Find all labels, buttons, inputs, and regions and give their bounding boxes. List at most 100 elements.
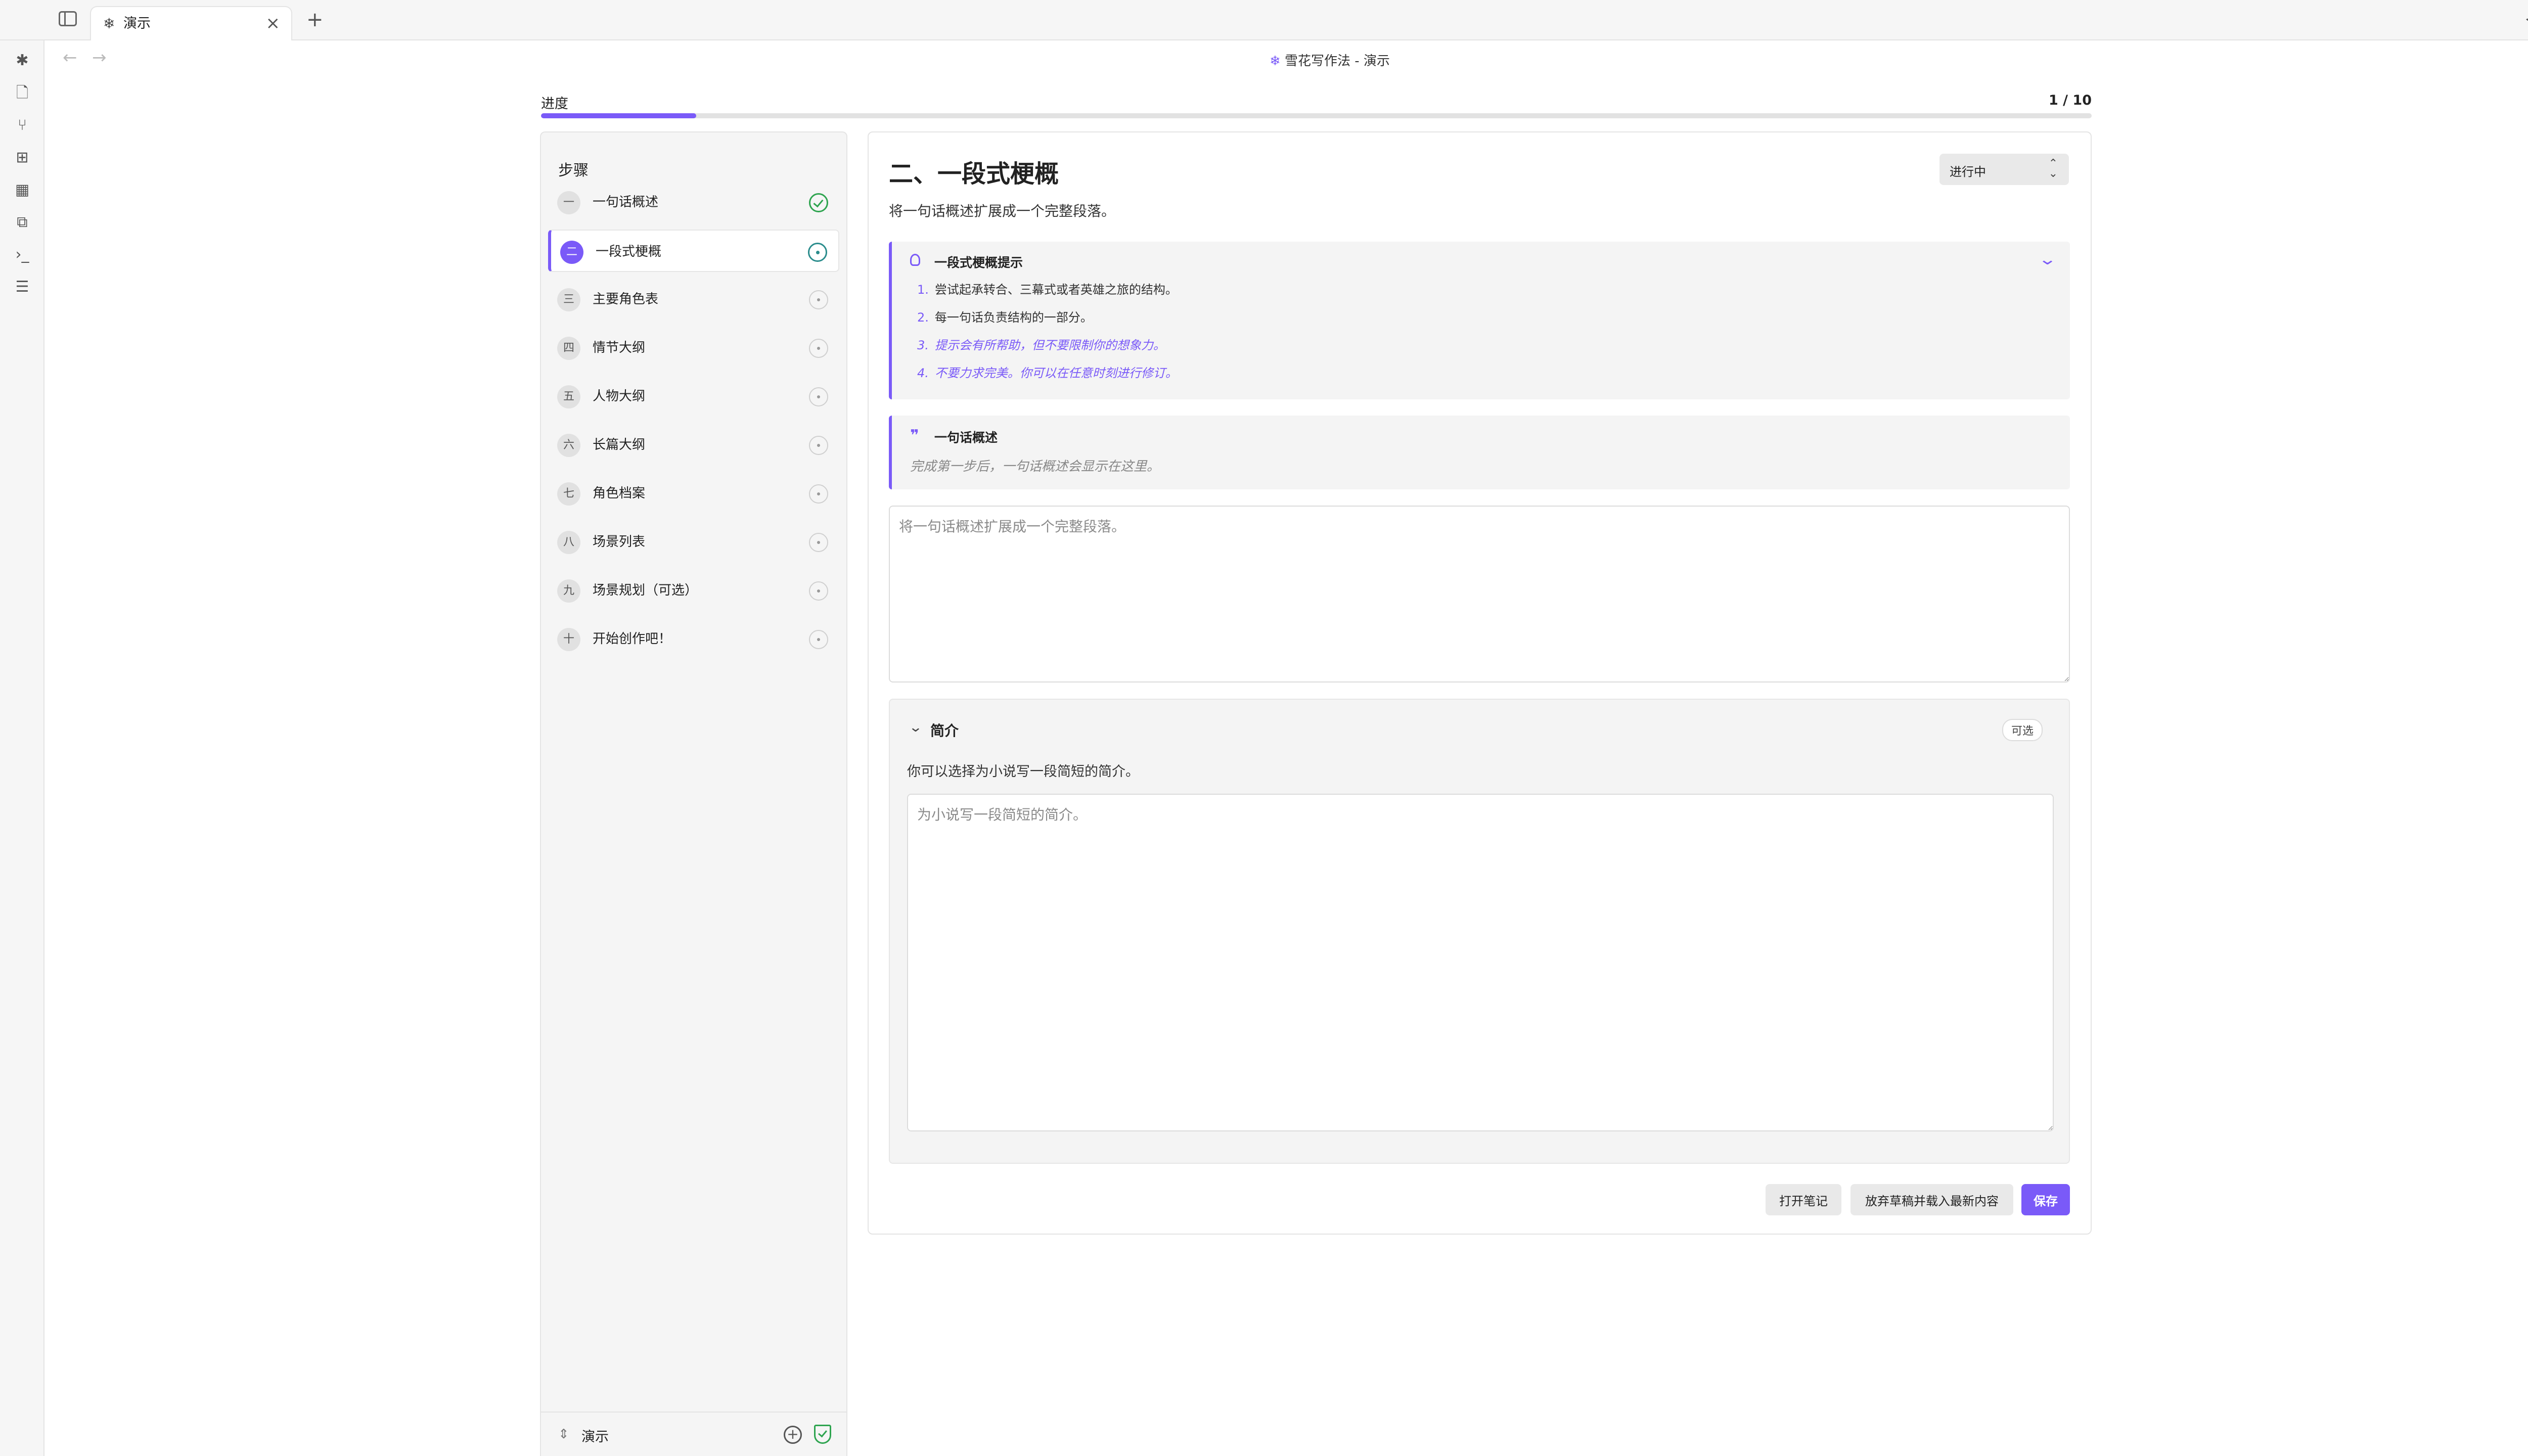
dot-icon xyxy=(817,638,820,641)
tip-item: 2. 每一句话负责结构的一部分。 xyxy=(917,309,1093,326)
view-title-text: 雪花写作法 - 演示 xyxy=(1284,54,1390,69)
step-label: 场景规划（可选） xyxy=(593,583,698,598)
snowflake-icon: ❄ xyxy=(1270,54,1281,69)
blurb-input[interactable] xyxy=(907,794,2054,1131)
ribbon: ✱ 🗋 ⑂ ⊞ ▦ ⧉ ›_ ☰ xyxy=(0,40,44,1456)
tip-text: 每一句话负责结构的一部分。 xyxy=(934,310,1093,325)
step-item[interactable]: 八场景列表 xyxy=(548,521,839,563)
step-label: 一段式梗概 xyxy=(596,244,662,259)
step-label: 角色档案 xyxy=(593,486,646,501)
back-arrow-icon[interactable]: ← xyxy=(63,48,77,68)
tip-item: 4. 不要力求完美。你可以在任意时刻进行修订。 xyxy=(917,365,1178,382)
discard-draft-button[interactable]: 放弃草稿并载入最新内容 xyxy=(1850,1184,2013,1215)
calendar-icon[interactable]: ▦ xyxy=(13,181,31,199)
dot-icon xyxy=(817,298,820,301)
progress-fill xyxy=(541,113,696,118)
step-item[interactable]: 九场景规划（可选） xyxy=(548,569,839,612)
blurb-title[interactable]: 简介 xyxy=(930,720,959,740)
step-number: 一 xyxy=(557,191,580,214)
step-item[interactable]: 一一句话概述 xyxy=(548,181,839,223)
dot-icon xyxy=(817,541,820,544)
steps-panel: 步骤 一一句话概述二一段式梗概三主要角色表四情节大纲五人物大纲六长篇大纲七角色档… xyxy=(540,131,847,1456)
forward-arrow-icon[interactable]: → xyxy=(92,48,107,68)
step-item[interactable]: 十开始创作吧！ xyxy=(548,618,839,660)
blurb-section: ⌄ 简介 可选 你可以选择为小说写一段简短的简介。 xyxy=(889,699,2070,1164)
snowflake-icon[interactable]: ✱ xyxy=(13,52,31,70)
step-label: 人物大纲 xyxy=(593,389,646,404)
step-item[interactable]: 三主要角色表 xyxy=(548,278,839,321)
chevron-updown-icon[interactable]: ⇕ xyxy=(558,1427,569,1442)
new-tab-icon[interactable]: + xyxy=(306,9,324,30)
chevron-down-icon[interactable]: ⌄ xyxy=(909,720,923,735)
progress-count: 1 / 10 xyxy=(2048,93,2092,108)
step-label: 主要角色表 xyxy=(593,292,659,307)
status-dot-icon xyxy=(809,484,828,504)
save-button[interactable]: 保存 xyxy=(2021,1184,2070,1215)
tip-item: 3. 提示会有所帮助，但不要限制你的想象力。 xyxy=(917,337,1165,354)
step-number: 九 xyxy=(557,579,580,603)
check-circle-icon xyxy=(809,193,828,212)
copy-icon[interactable]: ⧉ xyxy=(13,213,31,232)
lightbulb-icon xyxy=(910,254,920,266)
tip-text: 不要力求完美。你可以在任意时刻进行修订。 xyxy=(934,366,1178,380)
step-item[interactable]: 五人物大纲 xyxy=(548,375,839,418)
app-window: ❄ 演示 × + ⌄ ✱ 🗋 ⑂ ⊞ ▦ ⧉ ›_ ☰ ← → ❄雪花写作法 -… xyxy=(0,0,2528,1456)
step-title: 二、一段式梗概 xyxy=(889,160,1059,188)
step-item[interactable]: 六长篇大纲 xyxy=(548,424,839,466)
tip-number: 2. xyxy=(917,310,929,325)
paragraph-summary-input[interactable] xyxy=(889,506,2070,682)
grid-icon[interactable]: ⊞ xyxy=(13,149,31,167)
steps-title: 步骤 xyxy=(558,162,589,179)
step-number: 十 xyxy=(557,628,580,651)
step-number: 八 xyxy=(557,531,580,554)
shield-check-icon[interactable] xyxy=(814,1425,831,1444)
tip-text: 尝试起承转合、三幕式或者英雄之旅的结构。 xyxy=(934,283,1178,297)
terminal-icon[interactable]: ›_ xyxy=(13,246,31,264)
status-value: 进行中 xyxy=(1950,165,1986,179)
step-number: 七 xyxy=(557,482,580,506)
graph-icon[interactable]: ⑂ xyxy=(13,116,31,134)
chevron-updown-icon: ⌃ ⌄ xyxy=(2048,157,2058,180)
step-item[interactable]: 二一段式梗概 xyxy=(548,230,839,272)
step-number: 三 xyxy=(557,288,580,311)
reference-body: 完成第一步后，一句话概述会显示在这里。 xyxy=(910,459,1160,474)
step-number: 五 xyxy=(557,385,580,408)
status-dot-icon xyxy=(809,630,828,649)
step-label: 开始创作吧！ xyxy=(593,631,672,647)
progress-label: 进度 xyxy=(541,96,568,112)
status-dot-icon xyxy=(809,533,828,552)
tips-title: 一段式梗概提示 xyxy=(934,255,1023,270)
tab-demo[interactable]: ❄ 演示 × xyxy=(90,6,292,40)
step-label: 情节大纲 xyxy=(593,340,646,355)
status-dot-icon xyxy=(809,339,828,358)
tip-number: 3. xyxy=(917,338,929,352)
dot-icon xyxy=(816,251,820,254)
optional-badge: 可选 xyxy=(2002,719,2043,741)
close-icon[interactable]: × xyxy=(266,14,281,32)
sidebar-toggle-icon[interactable] xyxy=(59,11,77,26)
status-dot-icon xyxy=(808,243,827,262)
project-name[interactable]: 演示 xyxy=(581,1426,609,1445)
tip-number: 4. xyxy=(917,366,929,380)
step-item[interactable]: 四情节大纲 xyxy=(548,327,839,369)
list-icon[interactable]: ☰ xyxy=(13,278,31,296)
file-icon[interactable]: 🗋 xyxy=(13,84,31,102)
reference-title: 一句话概述 xyxy=(934,430,998,445)
tip-text: 提示会有所帮助，但不要限制你的想象力。 xyxy=(934,338,1165,352)
add-circle-icon[interactable]: + xyxy=(784,1426,802,1444)
open-note-button[interactable]: 打开笔记 xyxy=(1766,1184,1841,1215)
chevron-down-icon[interactable]: ⌄ xyxy=(2521,7,2528,27)
step-label: 场景列表 xyxy=(593,534,646,550)
step-item[interactable]: 七角色档案 xyxy=(548,472,839,515)
dot-icon xyxy=(817,395,820,398)
tip-item: 1. 尝试起承转合、三幕式或者英雄之旅的结构。 xyxy=(917,281,1178,298)
chevron-down-icon[interactable]: ⌄ xyxy=(2038,251,2057,268)
project-footer: ⇕ 演示 + xyxy=(541,1412,846,1456)
tab-bar: ❄ 演示 × + ⌄ xyxy=(0,0,2528,40)
status-select[interactable]: 进行中 ⌃ ⌄ xyxy=(1939,154,2069,185)
tab-label: 演示 xyxy=(123,16,151,31)
step-card: 二、一段式梗概 进行中 ⌃ ⌄ 将一句话概述扩展成一个完整段落。 一段式梗概提示 … xyxy=(868,131,2092,1235)
dot-icon xyxy=(817,492,820,495)
tips-callout: 一段式梗概提示 ⌄ 1. 尝试起承转合、三幕式或者英雄之旅的结构。 2. 每一句话负… xyxy=(889,242,2070,399)
quote-icon: ❞ xyxy=(910,427,919,444)
